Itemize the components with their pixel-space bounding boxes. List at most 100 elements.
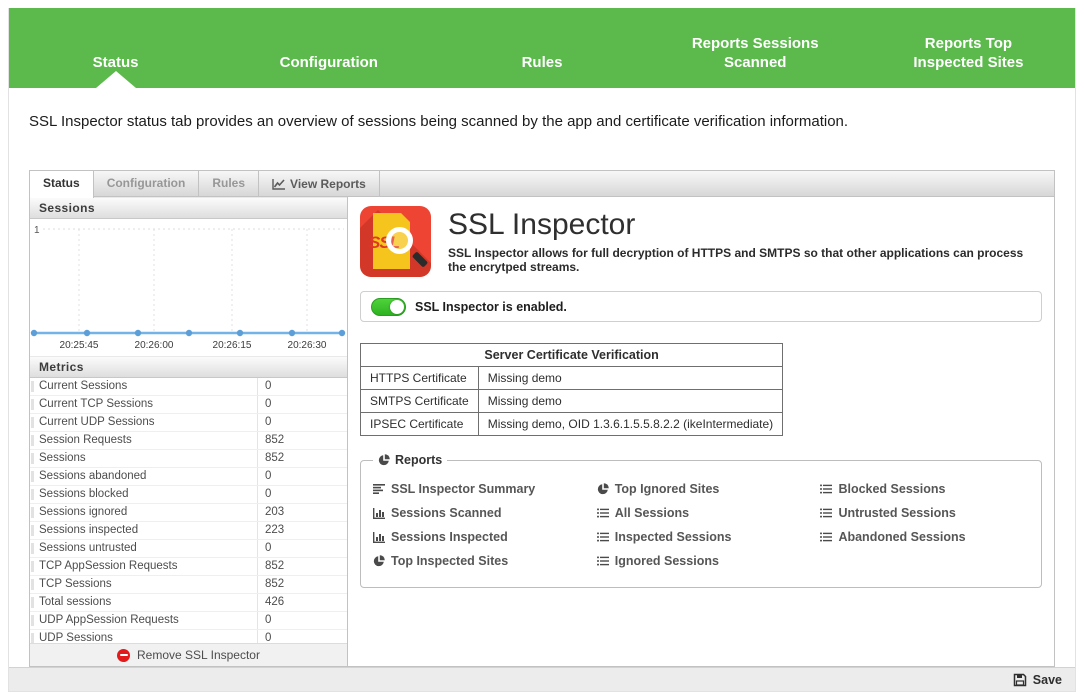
- metric-value: 0: [258, 468, 347, 485]
- reports-column-2: Top Ignored Sites All Sessions Inspected…: [597, 477, 821, 573]
- report-link-label: Top Inspected Sites: [391, 554, 508, 568]
- metric-row: UDP Sessions0: [30, 630, 347, 643]
- report-link-blocked-sessions[interactable]: Blocked Sessions: [820, 477, 1031, 501]
- table-row: IPSEC Certificate Missing demo, OID 1.3.…: [361, 413, 783, 436]
- list-icon: [820, 532, 832, 542]
- report-link-top-inspected-sites[interactable]: Top Inspected Sites: [373, 549, 597, 573]
- top-nav-tab-configuration[interactable]: Configuration: [222, 53, 435, 88]
- report-link-label: Top Ignored Sites: [615, 482, 720, 496]
- y-axis-tick-1: 1: [34, 225, 40, 236]
- sessions-panel-header: Sessions: [30, 197, 347, 219]
- top-nav-tab-label: Configuration: [280, 54, 378, 71]
- reports-column-3: Blocked Sessions Untrusted Sessions Aban…: [820, 477, 1031, 573]
- metric-value: 852: [258, 450, 347, 467]
- report-link-all-sessions[interactable]: All Sessions: [597, 501, 821, 525]
- summary-icon: [373, 484, 385, 494]
- metric-row: Sessions untrusted0: [30, 540, 347, 558]
- report-link-sessions-inspected[interactable]: Sessions Inspected: [373, 525, 597, 549]
- pie-chart-icon: [597, 483, 609, 495]
- report-link-ignored-sessions[interactable]: Ignored Sessions: [597, 549, 821, 573]
- report-link-ssl-inspector-summary[interactable]: SSL Inspector Summary: [373, 477, 597, 501]
- remove-ssl-inspector-button[interactable]: Remove SSL Inspector: [30, 643, 347, 666]
- metric-name: Current Sessions: [30, 378, 258, 395]
- left-column: Sessions 1: [30, 197, 348, 666]
- top-nav-tab-label: Status: [93, 54, 139, 71]
- metrics-list: Current Sessions0 Current TCP Sessions0 …: [30, 378, 347, 643]
- metric-name: Sessions untrusted: [30, 540, 258, 557]
- x-axis-tick-1: 20:26:00: [135, 340, 174, 351]
- report-link-top-ignored-sites[interactable]: Top Ignored Sites: [597, 477, 821, 501]
- metric-name: UDP AppSession Requests: [30, 612, 258, 629]
- metric-name: Sessions blocked: [30, 486, 258, 503]
- top-nav-tab-status[interactable]: Status: [9, 53, 222, 88]
- report-link-label: Ignored Sessions: [615, 554, 719, 568]
- metric-row: Sessions blocked0: [30, 486, 347, 504]
- metrics-panel-header: Metrics: [30, 356, 347, 378]
- metric-name: Sessions inspected: [30, 522, 258, 539]
- top-nav-tab-label: Reports Top Inspected Sites: [913, 35, 1023, 71]
- tab-view-reports[interactable]: View Reports: [259, 171, 380, 197]
- power-toggle[interactable]: [371, 298, 406, 316]
- page-container: Status Configuration Rules Reports Sessi…: [8, 8, 1076, 692]
- metric-name: TCP Sessions: [30, 576, 258, 593]
- pie-chart-icon: [378, 454, 390, 466]
- x-axis-tick-2: 20:26:15: [213, 340, 252, 351]
- magnifier-lens-icon: [386, 227, 413, 254]
- list-icon: [820, 484, 832, 494]
- metric-value: 0: [258, 630, 347, 643]
- toggle-knob: [390, 300, 404, 314]
- remove-button-label: Remove SSL Inspector: [137, 648, 260, 662]
- report-link-label: Inspected Sessions: [615, 530, 732, 544]
- save-button-label: Save: [1033, 673, 1062, 687]
- list-icon: [820, 508, 832, 518]
- app-tabstrip: Status Configuration Rules View Reports: [29, 170, 1055, 196]
- line-chart-icon: [272, 179, 285, 190]
- certificate-name: IPSEC Certificate: [361, 413, 479, 436]
- list-icon: [597, 508, 609, 518]
- metric-row: Sessions abandoned0: [30, 468, 347, 486]
- bar-chart-icon: [373, 532, 385, 543]
- report-link-label: Abandoned Sessions: [838, 530, 965, 544]
- metric-value: 0: [258, 414, 347, 431]
- tab-rules[interactable]: Rules: [199, 171, 259, 197]
- report-link-untrusted-sessions[interactable]: Untrusted Sessions: [820, 501, 1031, 525]
- metric-value: 426: [258, 594, 347, 611]
- metric-value: 0: [258, 396, 347, 413]
- report-link-label: Blocked Sessions: [838, 482, 945, 496]
- reports-legend: Reports: [373, 453, 447, 467]
- power-status-label: SSL Inspector is enabled.: [415, 300, 567, 314]
- metric-row: Session Requests852: [30, 432, 347, 450]
- metric-name: Sessions ignored: [30, 504, 258, 521]
- x-axis-tick-3: 20:26:30: [288, 340, 327, 351]
- table-row: SMTPS Certificate Missing demo: [361, 390, 783, 413]
- top-nav-tab-rules[interactable]: Rules: [435, 53, 648, 88]
- right-column: SSL SSL Inspector SSL Inspector allows f…: [348, 197, 1054, 666]
- intro-text: SSL Inspector status tab provides an ove…: [29, 113, 1055, 130]
- report-link-inspected-sessions[interactable]: Inspected Sessions: [597, 525, 821, 549]
- save-button[interactable]: Save: [1013, 673, 1062, 687]
- top-nav-tab-label: Reports Sessions Scanned: [692, 35, 819, 71]
- top-nav-tab-reports-top-inspected-sites[interactable]: Reports Top Inspected Sites: [862, 34, 1075, 88]
- certificate-name: HTTPS Certificate: [361, 367, 479, 390]
- metric-value: 852: [258, 558, 347, 575]
- metric-row: Sessions ignored203: [30, 504, 347, 522]
- certificate-name: SMTPS Certificate: [361, 390, 479, 413]
- app-header: SSL SSL Inspector SSL Inspector allows f…: [360, 206, 1042, 277]
- bar-chart-icon: [373, 508, 385, 519]
- list-icon: [597, 556, 609, 566]
- tab-view-reports-label: View Reports: [290, 172, 366, 197]
- sessions-chart: 1 20:25:45 20:26:00 20:26:15: [30, 219, 347, 356]
- metric-value: 0: [258, 612, 347, 629]
- metric-row: Sessions852: [30, 450, 347, 468]
- metric-value: 0: [258, 378, 347, 395]
- app-title: SSL Inspector: [448, 208, 1042, 242]
- tab-status[interactable]: Status: [30, 171, 94, 198]
- top-nav-tab-label: Rules: [522, 54, 563, 71]
- report-link-label: Untrusted Sessions: [838, 506, 955, 520]
- report-link-sessions-scanned[interactable]: Sessions Scanned: [373, 501, 597, 525]
- report-link-abandoned-sessions[interactable]: Abandoned Sessions: [820, 525, 1031, 549]
- metric-row: TCP AppSession Requests852: [30, 558, 347, 576]
- tab-configuration[interactable]: Configuration: [94, 171, 200, 197]
- metric-name: Sessions abandoned: [30, 468, 258, 485]
- top-nav-tab-reports-sessions-scanned[interactable]: Reports Sessions Scanned: [649, 34, 862, 88]
